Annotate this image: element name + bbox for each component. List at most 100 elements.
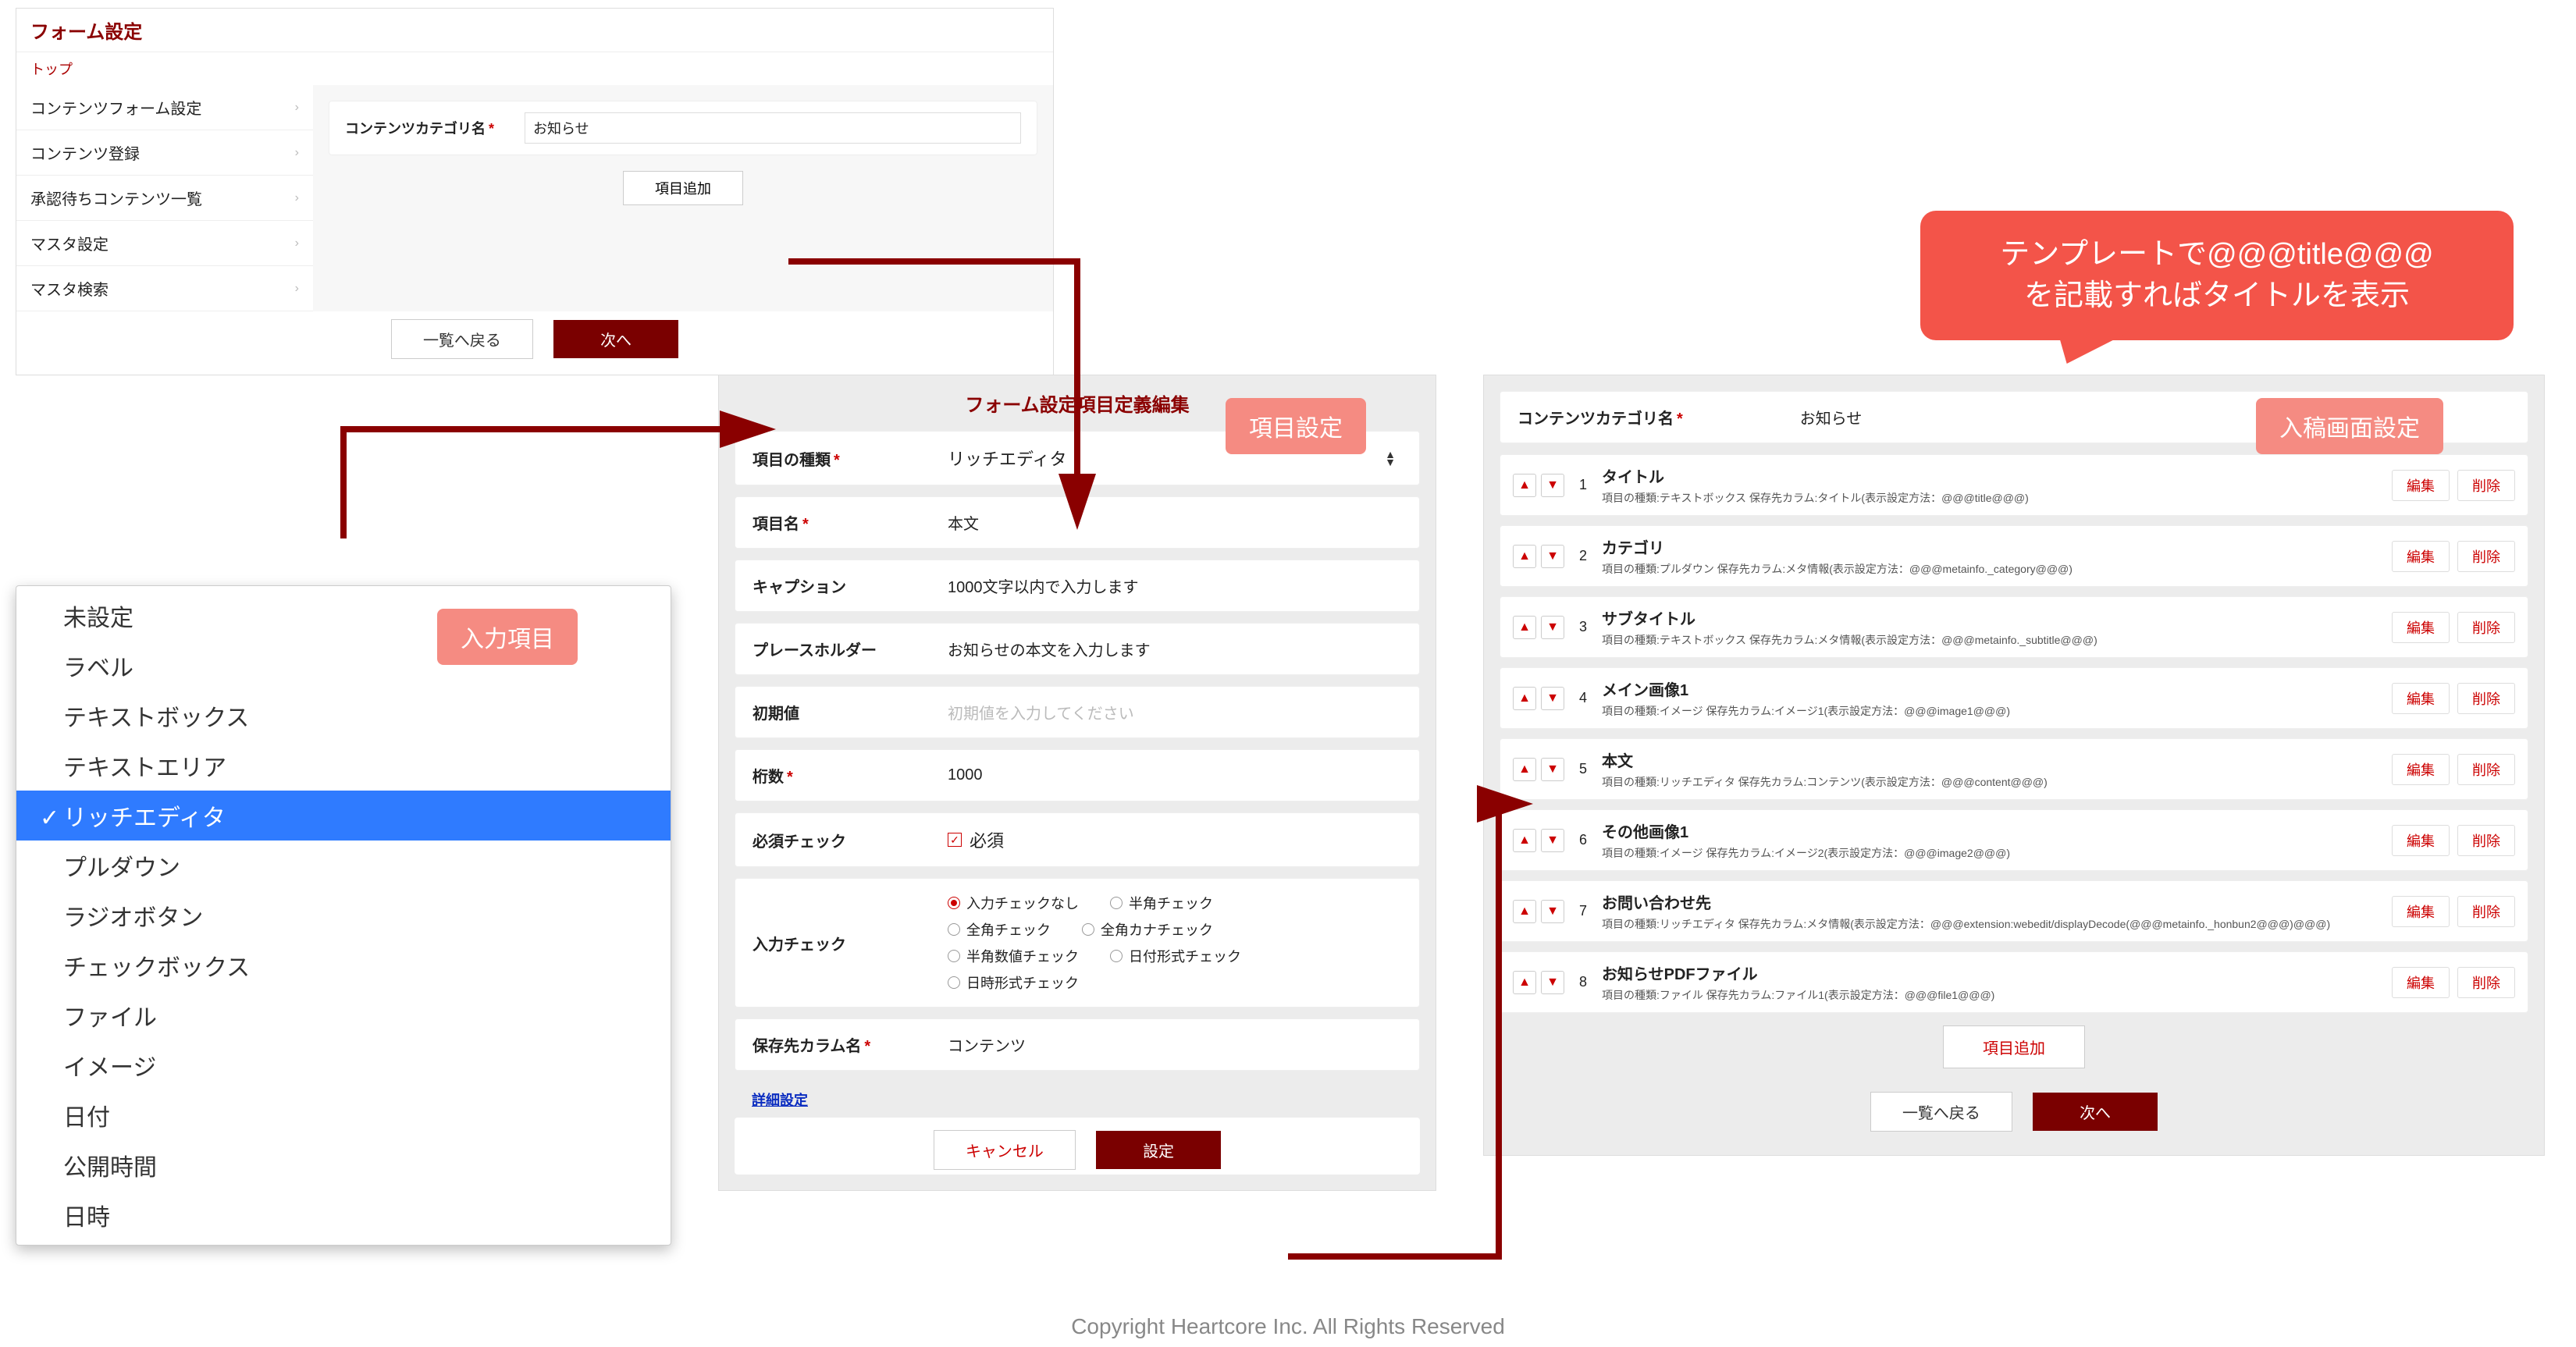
copyright-text: Copyright Heartcore Inc. All Rights Rese… [0,1314,2576,1339]
validation-radio[interactable]: 全角カナチェック [1082,919,1213,940]
dropdown-option[interactable]: ✓プルダウン [16,841,671,890]
move-up-button[interactable]: ▲ [1513,687,1536,710]
sidebar-item[interactable]: マスタ設定› [16,221,313,266]
move-down-button[interactable]: ▼ [1541,545,1564,568]
caption-input[interactable]: 1000文字以内で入力します [948,574,1402,597]
edit-button[interactable]: 編集 [2392,967,2450,998]
move-down-button[interactable]: ▼ [1541,758,1564,781]
move-up-button[interactable]: ▲ [1513,616,1536,639]
move-up-button[interactable]: ▲ [1513,545,1536,568]
sidebar-item[interactable]: マスタ検索› [16,266,313,311]
validation-radio[interactable]: 入力チェックなし [948,893,1079,913]
item-desc: 項目の種類:リッチエディタ 保存先カラム:コンテンツ(表示設定方法：@@@con… [1602,774,2381,790]
move-up-button[interactable]: ▲ [1513,900,1536,923]
validation-radio[interactable]: 日付形式チェック [1110,946,1241,966]
delete-button[interactable]: 削除 [2457,896,2515,927]
item-title: お知らせPDFファイル [1602,961,2381,984]
move-down-button[interactable]: ▼ [1541,616,1564,639]
back-to-list-button[interactable]: 一覧へ戻る [1870,1092,2012,1132]
edit-button[interactable]: 編集 [2392,612,2450,643]
item-type-dropdown[interactable]: ✓未設定✓ラベル✓テキストボックス✓テキストエリア✓リッチエディタ✓プルダウン✓… [16,585,671,1246]
submit-button[interactable]: 設定 [1096,1131,1221,1169]
radio-icon [948,976,960,989]
item-title: その他画像1 [1602,819,2381,842]
item-desc: 項目の種類:プルダウン 保存先カラム:メタ情報(表示設定方法：@@@metain… [1602,561,2381,577]
move-down-button[interactable]: ▼ [1541,900,1564,923]
edit-button[interactable]: 編集 [2392,470,2450,501]
option-label: プルダウン [63,855,180,881]
option-label: 公開時間 [63,1155,157,1181]
detail-settings-link[interactable]: 詳細設定 [735,1082,825,1118]
delete-button[interactable]: 削除 [2457,754,2515,785]
validation-radio[interactable]: 半角チェック [1110,893,1213,913]
edit-button[interactable]: 編集 [2392,896,2450,927]
validation-radio[interactable]: 日時形式チェック [948,972,1079,993]
back-to-list-button[interactable]: 一覧へ戻る [391,319,533,359]
hint-speech-bubble: テンプレートで@@@title@@@ を記載すればタイトルを表示 [1920,211,2514,340]
option-label: ラベル [63,656,133,681]
required-checkbox[interactable]: 必須 [948,827,1004,852]
dropdown-option[interactable]: ✓チェックボックス [16,940,671,990]
move-down-button[interactable]: ▼ [1541,829,1564,852]
move-up-button[interactable]: ▲ [1513,758,1536,781]
dropdown-option[interactable]: ✓イメージ [16,1040,671,1090]
digits-input[interactable]: 1000 [948,766,1402,784]
item-title: タイトル [1602,464,2381,487]
edit-button[interactable]: 編集 [2392,683,2450,714]
panel1-title: フォーム設定 [16,9,1053,52]
select-value: リッチエディタ [948,446,1066,471]
item-name-input[interactable]: 本文 [948,511,1402,534]
option-label: テキストエリア [63,755,226,781]
delete-button[interactable]: 削除 [2457,541,2515,572]
category-name-input[interactable]: お知らせ [525,112,1021,144]
placeholder-input[interactable]: お知らせの本文を入力します [948,638,1402,660]
move-up-button[interactable]: ▲ [1513,474,1536,497]
delete-button[interactable]: 削除 [2457,825,2515,856]
field-label: プレースホルダー [753,638,948,660]
column-name-input[interactable]: コンテンツ [948,1033,1402,1056]
delete-button[interactable]: 削除 [2457,967,2515,998]
move-up-button[interactable]: ▲ [1513,971,1536,994]
dropdown-option[interactable]: ✓ラジオボタン [16,890,671,940]
add-item-button[interactable]: 項目追加 [623,171,743,205]
dropdown-option[interactable]: ✓日時 [16,1190,671,1240]
validation-radio[interactable]: 半角数値チェック [948,946,1079,966]
next-button[interactable]: 次へ [2033,1093,2158,1131]
dropdown-option[interactable]: ✓リッチエディタ [16,791,671,841]
dropdown-option[interactable]: ✓日付 [16,1090,671,1140]
sidebar-item[interactable]: コンテンツ登録› [16,130,313,176]
sidebar-item[interactable]: コンテンツフォーム設定› [16,85,313,130]
item-desc: 項目の種類:イメージ 保存先カラム:イメージ2(表示設定方法：@@@image2… [1602,845,2381,861]
cancel-button[interactable]: キャンセル [934,1130,1076,1170]
chevron-right-icon: › [295,191,299,205]
dropdown-option[interactable]: ✓公開時間 [16,1140,671,1190]
required-check-row: 必須チェック 必須 [735,812,1420,867]
default-value-input[interactable]: 初期値を入力してください [948,701,1402,723]
move-down-button[interactable]: ▼ [1541,971,1564,994]
move-down-button[interactable]: ▼ [1541,687,1564,710]
dropdown-option[interactable]: ✓ファイル [16,990,671,1040]
edit-button[interactable]: 編集 [2392,754,2450,785]
field-label: コンテンツカテゴリ名* [345,118,501,138]
dropdown-option[interactable]: ✓テキストボックス [16,691,671,741]
field-label: 初期値 [753,701,948,723]
edit-button[interactable]: 編集 [2392,825,2450,856]
next-button[interactable]: 次へ [553,320,678,358]
move-up-button[interactable]: ▲ [1513,829,1536,852]
radio-icon [1110,897,1123,909]
delete-button[interactable]: 削除 [2457,470,2515,501]
radio-label: 入力チェックなし [966,893,1079,913]
add-item-button[interactable]: 項目追加 [1943,1025,2085,1068]
radio-label: 半角数値チェック [966,946,1079,966]
delete-button[interactable]: 削除 [2457,612,2515,643]
delete-button[interactable]: 削除 [2457,683,2515,714]
radio-label: 全角カナチェック [1101,919,1213,940]
edit-button[interactable]: 編集 [2392,541,2450,572]
move-down-button[interactable]: ▼ [1541,474,1564,497]
validation-radio[interactable]: 全角チェック [948,919,1051,940]
field-label: コンテンツカテゴリ名* [1517,406,1683,428]
sidebar-item[interactable]: 承認待ちコンテンツ一覧› [16,176,313,221]
breadcrumb[interactable]: トップ [16,52,1053,85]
dropdown-option[interactable]: ✓テキストエリア [16,741,671,791]
field-label: 項目の種類* [753,447,948,470]
